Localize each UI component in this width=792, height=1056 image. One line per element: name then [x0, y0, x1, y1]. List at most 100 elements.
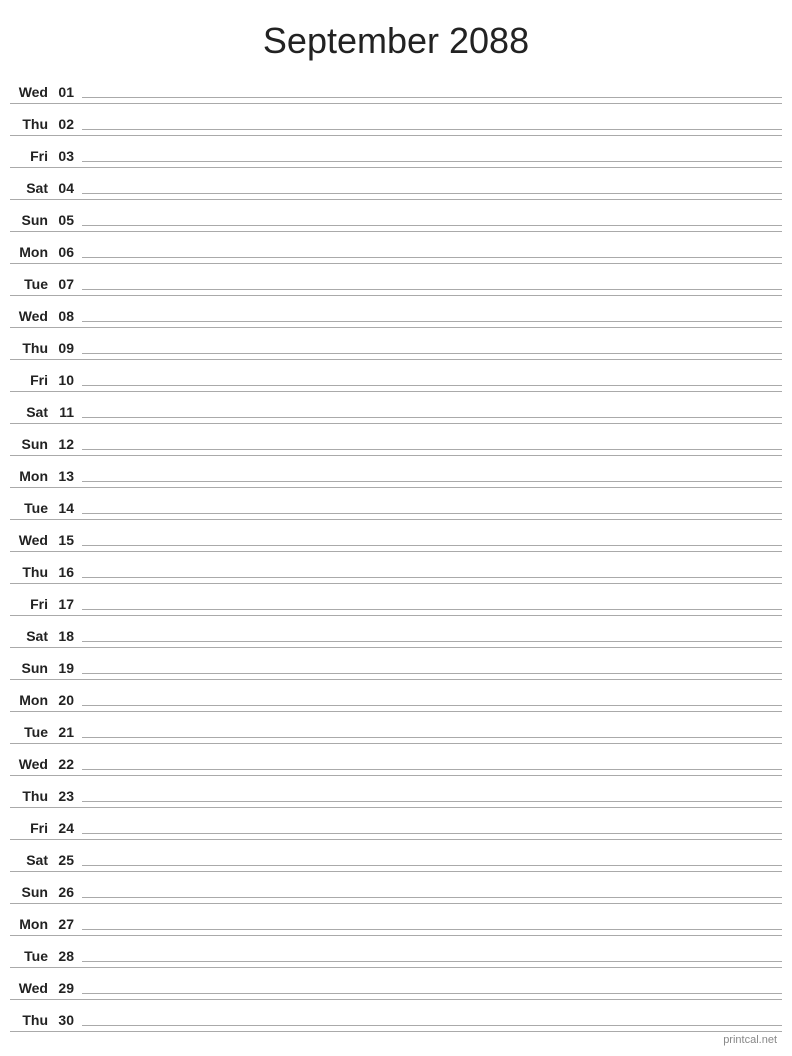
day-name: Thu [10, 564, 52, 580]
day-number: 09 [52, 340, 82, 356]
day-line [82, 513, 782, 514]
day-name: Wed [10, 980, 52, 996]
day-line [82, 641, 782, 642]
day-number: 28 [52, 948, 82, 964]
day-line [82, 353, 782, 354]
calendar-row: Mon20 [10, 680, 782, 712]
day-number: 20 [52, 692, 82, 708]
day-number: 15 [52, 532, 82, 548]
day-number: 03 [52, 148, 82, 164]
calendar-row: Sat18 [10, 616, 782, 648]
calendar-row: Fri03 [10, 136, 782, 168]
day-name: Fri [10, 372, 52, 388]
day-name: Wed [10, 756, 52, 772]
calendar-row: Thu30 [10, 1000, 782, 1032]
day-line [82, 417, 782, 418]
day-line [82, 929, 782, 930]
calendar-row: Mon06 [10, 232, 782, 264]
day-name: Thu [10, 116, 52, 132]
calendar-row: Sat04 [10, 168, 782, 200]
day-name: Sun [10, 212, 52, 228]
day-number: 22 [52, 756, 82, 772]
day-number: 24 [52, 820, 82, 836]
day-line [82, 705, 782, 706]
calendar-row: Mon27 [10, 904, 782, 936]
day-number: 29 [52, 980, 82, 996]
day-number: 25 [52, 852, 82, 868]
day-line [82, 257, 782, 258]
calendar-row: Sun26 [10, 872, 782, 904]
day-line [82, 545, 782, 546]
calendar-row: Wed01 [10, 72, 782, 104]
day-line [82, 1025, 782, 1026]
calendar-row: Sun12 [10, 424, 782, 456]
day-name: Thu [10, 788, 52, 804]
calendar-row: Wed29 [10, 968, 782, 1000]
day-line [82, 609, 782, 610]
day-name: Wed [10, 308, 52, 324]
day-name: Fri [10, 148, 52, 164]
day-number: 01 [52, 84, 82, 100]
day-name: Wed [10, 84, 52, 100]
calendar-row: Tue21 [10, 712, 782, 744]
calendar-row: Sun19 [10, 648, 782, 680]
calendar-row: Thu02 [10, 104, 782, 136]
day-name: Tue [10, 500, 52, 516]
day-name: Mon [10, 916, 52, 932]
day-number: 23 [52, 788, 82, 804]
calendar-container: Wed01Thu02Fri03Sat04Sun05Mon06Tue07Wed08… [0, 72, 792, 1032]
day-number: 19 [52, 660, 82, 676]
day-number: 13 [52, 468, 82, 484]
calendar-row: Sat25 [10, 840, 782, 872]
day-number: 16 [52, 564, 82, 580]
calendar-row: Fri24 [10, 808, 782, 840]
day-line [82, 673, 782, 674]
page-title: September 2088 [0, 0, 792, 72]
day-line [82, 961, 782, 962]
day-line [82, 385, 782, 386]
day-name: Tue [10, 724, 52, 740]
day-line [82, 801, 782, 802]
day-name: Mon [10, 468, 52, 484]
day-number: 21 [52, 724, 82, 740]
day-line [82, 225, 782, 226]
day-number: 17 [52, 596, 82, 612]
day-name: Wed [10, 532, 52, 548]
day-name: Sun [10, 436, 52, 452]
day-line [82, 897, 782, 898]
calendar-row: Thu09 [10, 328, 782, 360]
day-name: Sun [10, 660, 52, 676]
day-name: Sun [10, 884, 52, 900]
calendar-row: Tue28 [10, 936, 782, 968]
day-name: Tue [10, 948, 52, 964]
calendar-row: Thu16 [10, 552, 782, 584]
footer-text: printcal.net [723, 1034, 777, 1046]
day-number: 02 [52, 116, 82, 132]
day-line [82, 161, 782, 162]
calendar-row: Wed08 [10, 296, 782, 328]
day-number: 10 [52, 372, 82, 388]
day-number: 06 [52, 244, 82, 260]
day-name: Mon [10, 692, 52, 708]
day-number: 05 [52, 212, 82, 228]
day-line [82, 289, 782, 290]
day-number: 12 [52, 436, 82, 452]
day-name: Mon [10, 244, 52, 260]
day-number: 07 [52, 276, 82, 292]
day-line [82, 481, 782, 482]
day-number: 14 [52, 500, 82, 516]
calendar-row: Mon13 [10, 456, 782, 488]
calendar-row: Thu23 [10, 776, 782, 808]
day-number: 18 [52, 628, 82, 644]
day-line [82, 993, 782, 994]
calendar-row: Tue07 [10, 264, 782, 296]
day-number: 30 [52, 1012, 82, 1028]
day-name: Tue [10, 276, 52, 292]
day-number: 08 [52, 308, 82, 324]
day-line [82, 321, 782, 322]
day-name: Fri [10, 596, 52, 612]
day-name: Thu [10, 340, 52, 356]
day-name: Sat [10, 404, 52, 420]
day-line [82, 449, 782, 450]
day-number: 26 [52, 884, 82, 900]
